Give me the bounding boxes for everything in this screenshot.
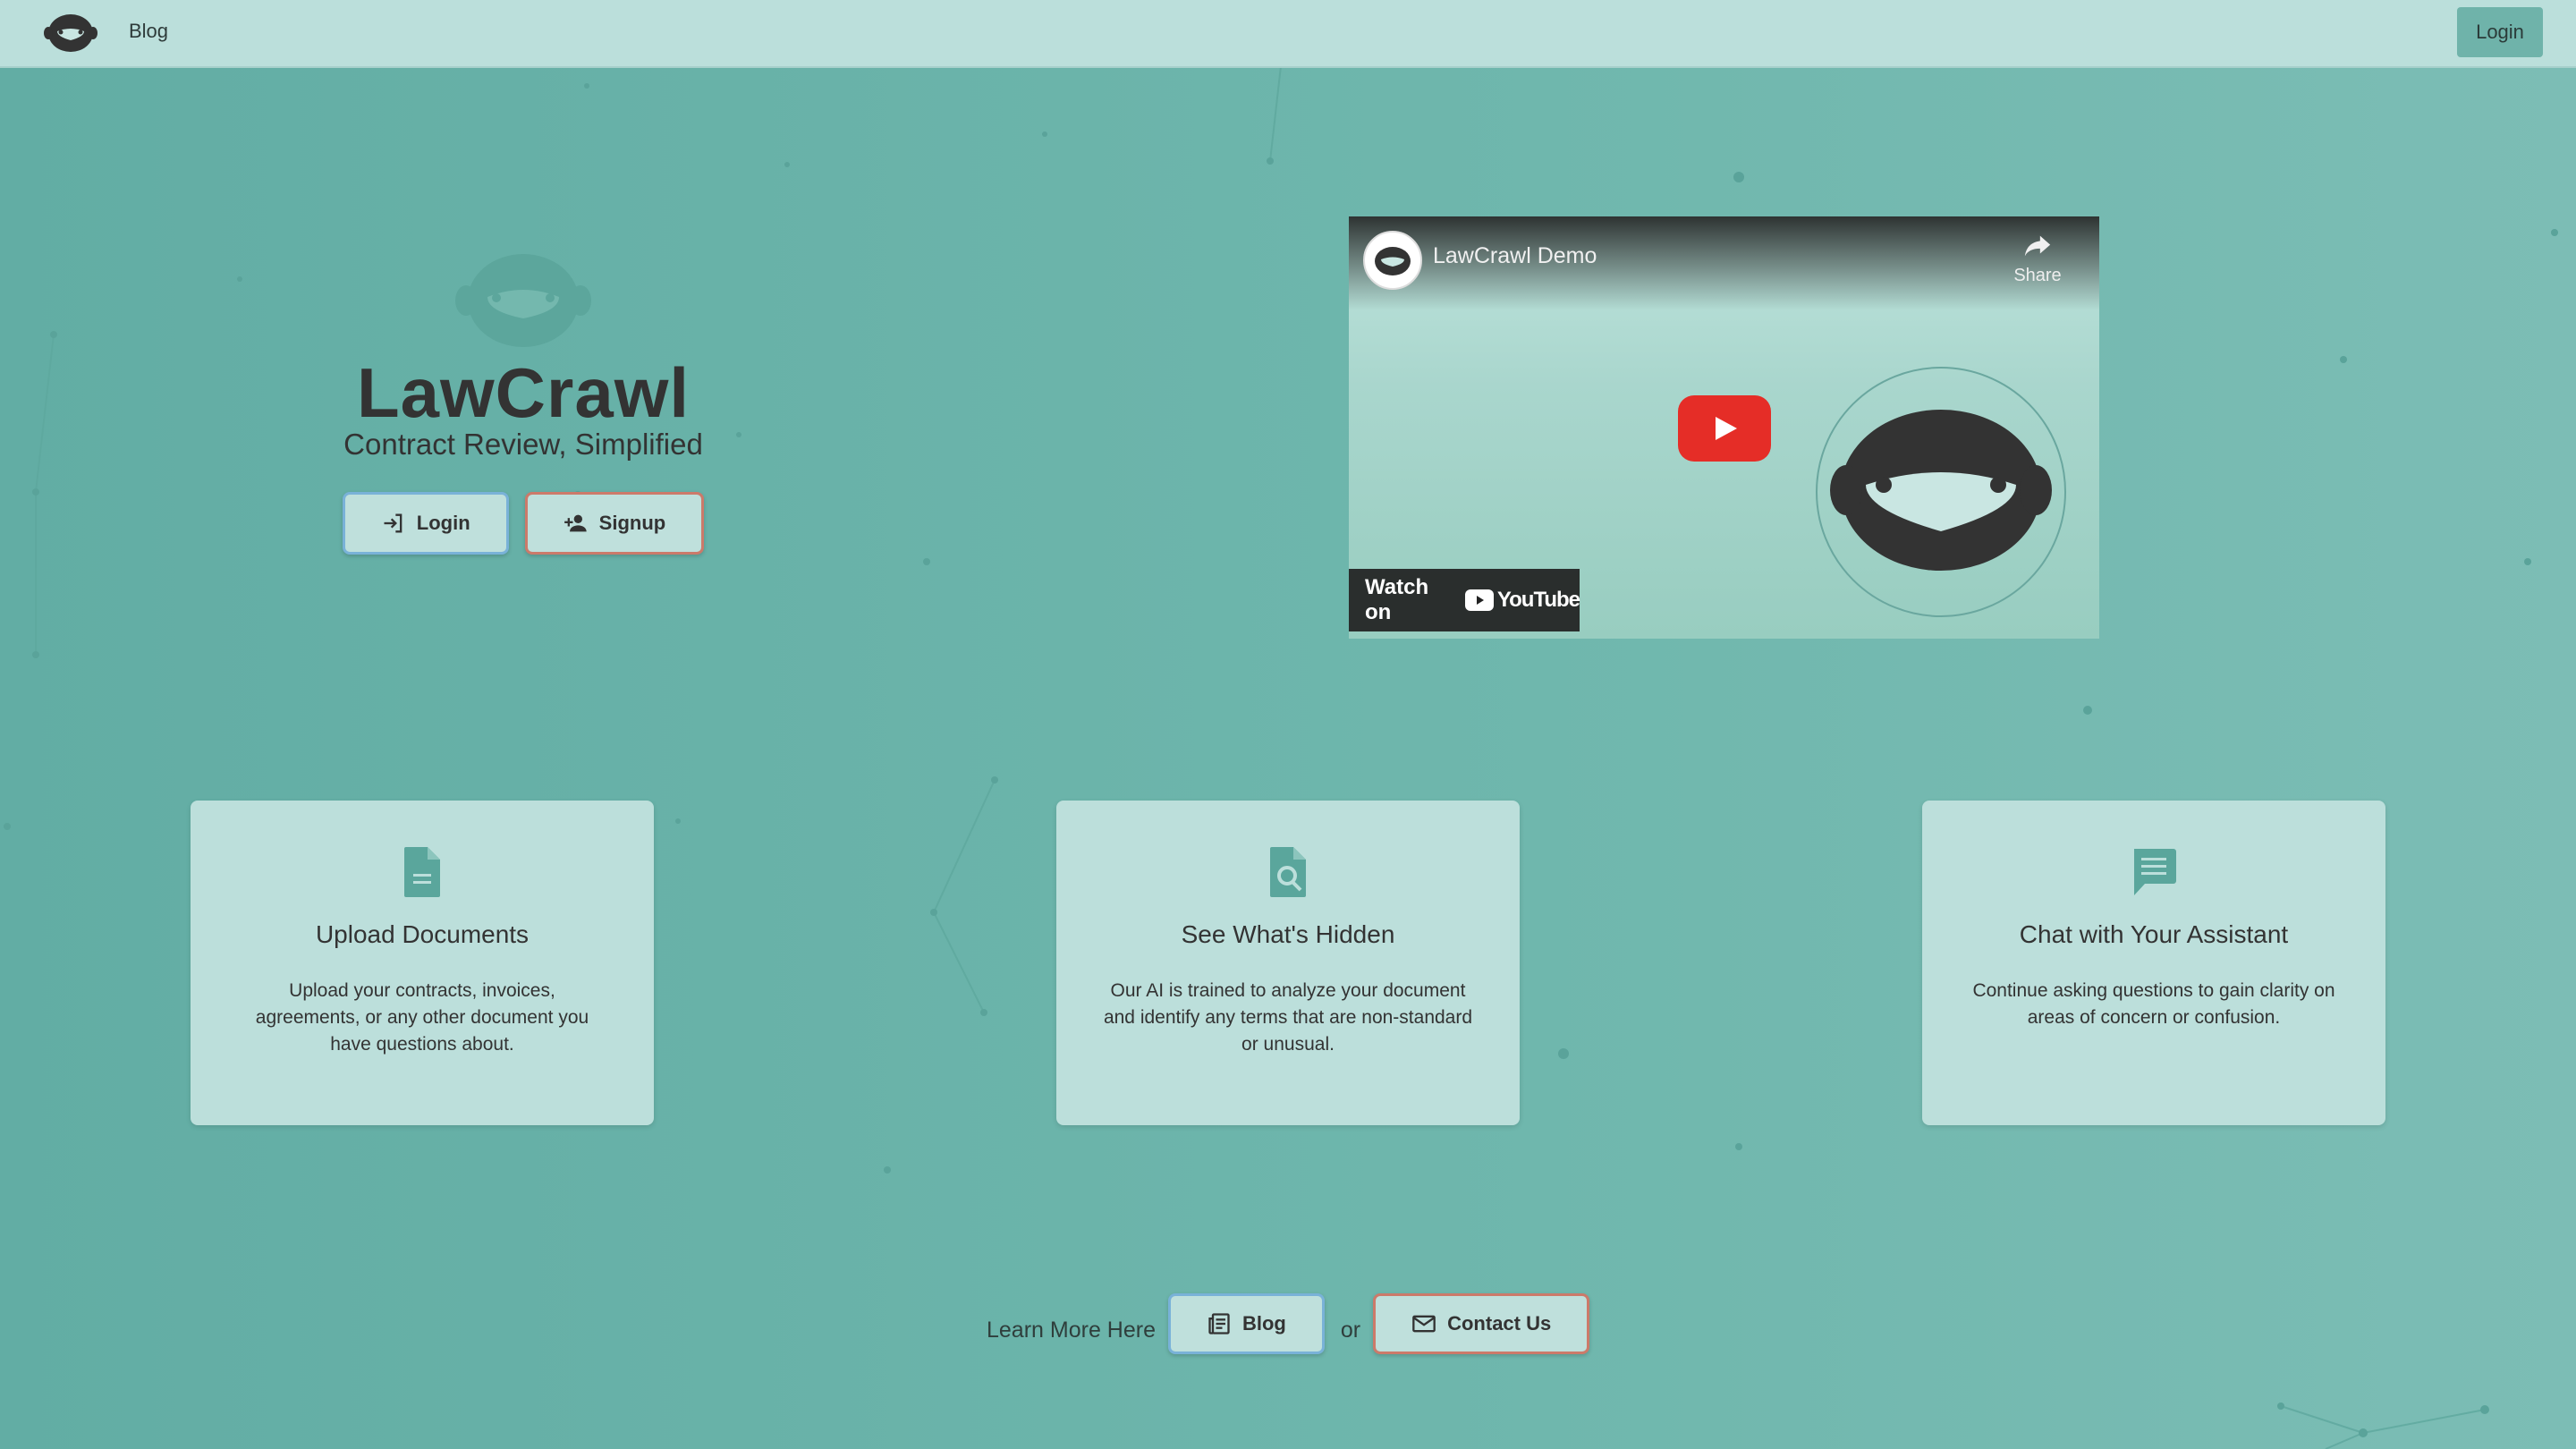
lawcrawl-logo-icon[interactable]	[43, 12, 98, 55]
feature-card-upload: Upload Documents Upload your contracts, …	[191, 801, 654, 1125]
feature-description: Upload your contracts, invoices, agreeme…	[255, 980, 589, 1055]
video-share-button[interactable]: Share	[2009, 233, 2066, 286]
document-icon	[404, 847, 440, 897]
contact-us-button[interactable]: Contact Us	[1373, 1293, 1590, 1354]
watch-on-label: Watch on	[1365, 575, 1429, 624]
lawcrawl-logo-icon	[455, 254, 591, 347]
cta-blog-label: Blog	[1241, 1312, 1286, 1335]
hero-title: LawCrawl	[356, 353, 691, 432]
feature-card-analyze: See What's Hidden Our AI is trained to a…	[1056, 801, 1520, 1125]
share-icon	[2024, 235, 2051, 257]
background-network-pattern	[4, 65, 2558, 1449]
nav-blog-link[interactable]: Blog	[129, 20, 168, 43]
hero-login-button[interactable]: Login	[342, 492, 509, 555]
hero-signup-button[interactable]: Signup	[524, 492, 705, 555]
top-navbar: Blog Login	[0, 0, 2576, 68]
hero-login-label: Login	[416, 512, 470, 534]
nav-login-button[interactable]: Login	[2457, 7, 2543, 57]
login-icon	[384, 513, 402, 533]
hero-buttons: Login Signup	[295, 492, 751, 555]
video-title[interactable]: LawCrawl Demo	[1433, 243, 1597, 269]
hero-subtitle: Contract Review, Simplified	[343, 428, 703, 461]
cta-blog-button[interactable]: Blog	[1167, 1293, 1325, 1354]
play-button-icon[interactable]	[1678, 395, 1771, 462]
chat-icon	[2134, 849, 2176, 895]
learn-more-section: Learn More Here Blog or Contact Us	[987, 1293, 1590, 1354]
document-search-icon	[1270, 847, 1306, 897]
newspaper-icon	[1208, 1313, 1230, 1335]
feature-description: Continue asking questions to gain clarit…	[1972, 980, 2335, 1028]
feature-description: Our AI is trained to analyze your docume…	[1103, 980, 1473, 1055]
cta-or-text: or	[1340, 1317, 1361, 1343]
youtube-wordmark: YouTube	[1496, 588, 1580, 612]
hero-signup-label: Signup	[598, 512, 666, 534]
add-user-icon	[564, 514, 587, 532]
channel-avatar-icon[interactable]	[1363, 231, 1422, 290]
contact-us-label: Contact Us	[1447, 1312, 1552, 1335]
feature-title: Chat with Your Assistant	[2019, 920, 2289, 948]
feature-title: See What's Hidden	[1181, 920, 1395, 948]
video-thumbnail-logo-icon	[1816, 367, 2066, 617]
watch-on-youtube-button[interactable]: Watch on YouTube	[1349, 569, 1580, 631]
youtube-logo-icon: YouTube	[1464, 588, 1580, 613]
mail-icon	[1412, 1315, 1436, 1333]
feature-card-chat: Chat with Your Assistant Continue asking…	[1922, 801, 2385, 1125]
hero-section: LawCrawl Contract Review, Simplified Log…	[295, 250, 751, 555]
youtube-video-embed[interactable]: LawCrawl Demo Share Watch on YouTube	[1349, 216, 2099, 639]
share-label: Share	[2013, 266, 2062, 285]
learn-more-text: Learn More Here	[987, 1317, 1156, 1343]
feature-title: Upload Documents	[315, 920, 530, 948]
